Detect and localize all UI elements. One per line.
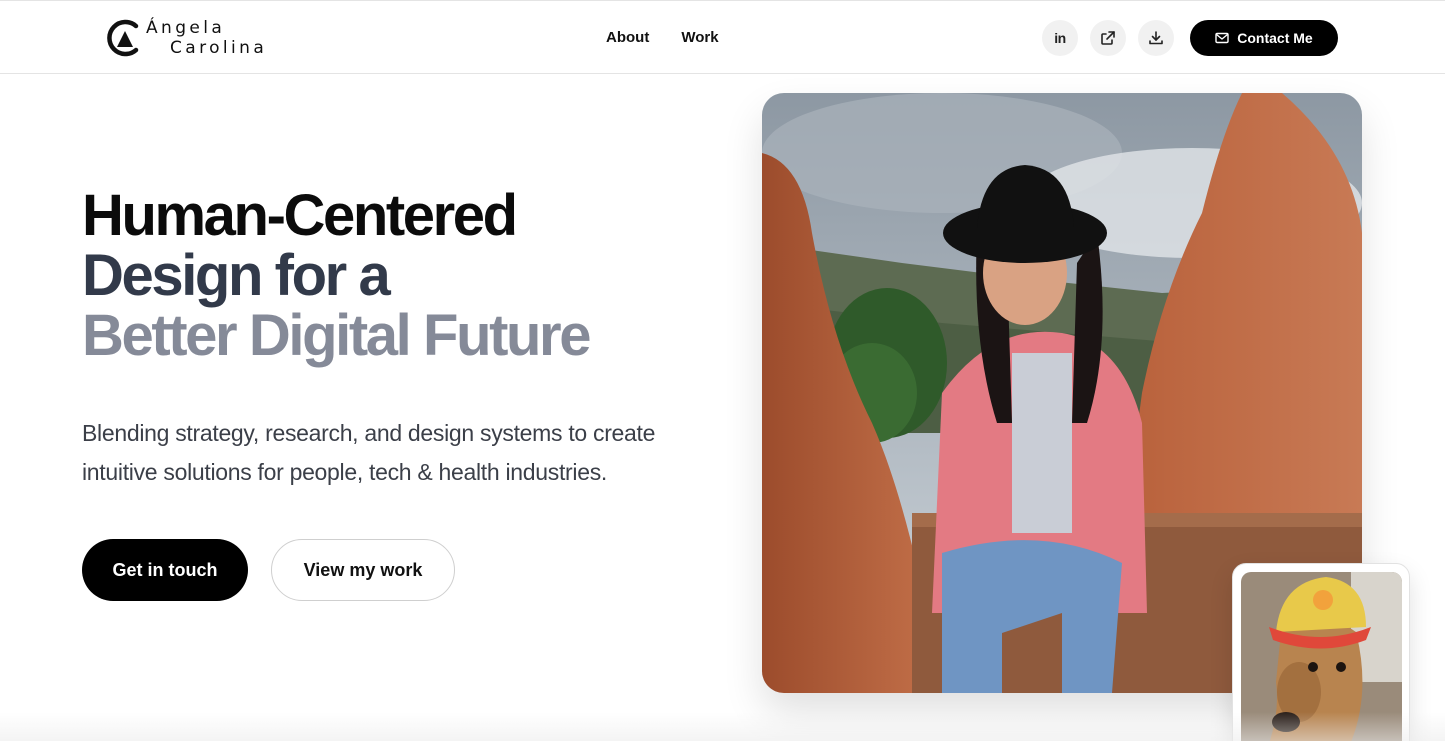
mail-icon [1215, 32, 1229, 44]
headline-line-2: Design for a [82, 243, 391, 308]
page: Ángela Carolina About Work in Contact Me… [0, 0, 1445, 741]
linkedin-button[interactable]: in [1042, 20, 1078, 56]
brand-name-line2: Carolina [170, 38, 268, 58]
contact-me-button[interactable]: Contact Me [1190, 20, 1338, 56]
subtext-line-2: intuitive solutions for people, tech & h… [82, 459, 607, 485]
brand-name-line1: Ángela [146, 18, 226, 38]
headline-line-1: Human-Centered [82, 183, 518, 248]
hero-headline: Human-Centered Design for a Better Digit… [82, 183, 591, 368]
brand-logo[interactable]: Ángela Carolina [104, 16, 284, 60]
view-my-work-button[interactable]: View my work [271, 539, 455, 601]
linkedin-icon: in [1054, 30, 1066, 46]
logo-mark-icon [107, 19, 139, 57]
download-button[interactable] [1138, 20, 1174, 56]
external-link-button[interactable] [1090, 20, 1126, 56]
contact-me-label: Contact Me [1237, 30, 1313, 46]
download-icon [1149, 31, 1163, 45]
hero-subtext: Blending strategy, research, and design … [82, 414, 682, 492]
external-link-icon [1101, 31, 1115, 45]
subtext-line-1: Blending strategy, research, and design … [82, 420, 656, 446]
section-divider [0, 712, 1445, 741]
nav-link-work[interactable]: Work [681, 29, 718, 46]
headline-line-3: Better Digital Future [82, 303, 591, 368]
main-nav: About Work [606, 29, 719, 46]
nav-link-about[interactable]: About [606, 29, 649, 46]
get-in-touch-button[interactable]: Get in touch [82, 539, 248, 601]
site-header: Ángela Carolina About Work in Contact Me [0, 0, 1445, 74]
brand-name: Ángela Carolina [146, 18, 267, 58]
